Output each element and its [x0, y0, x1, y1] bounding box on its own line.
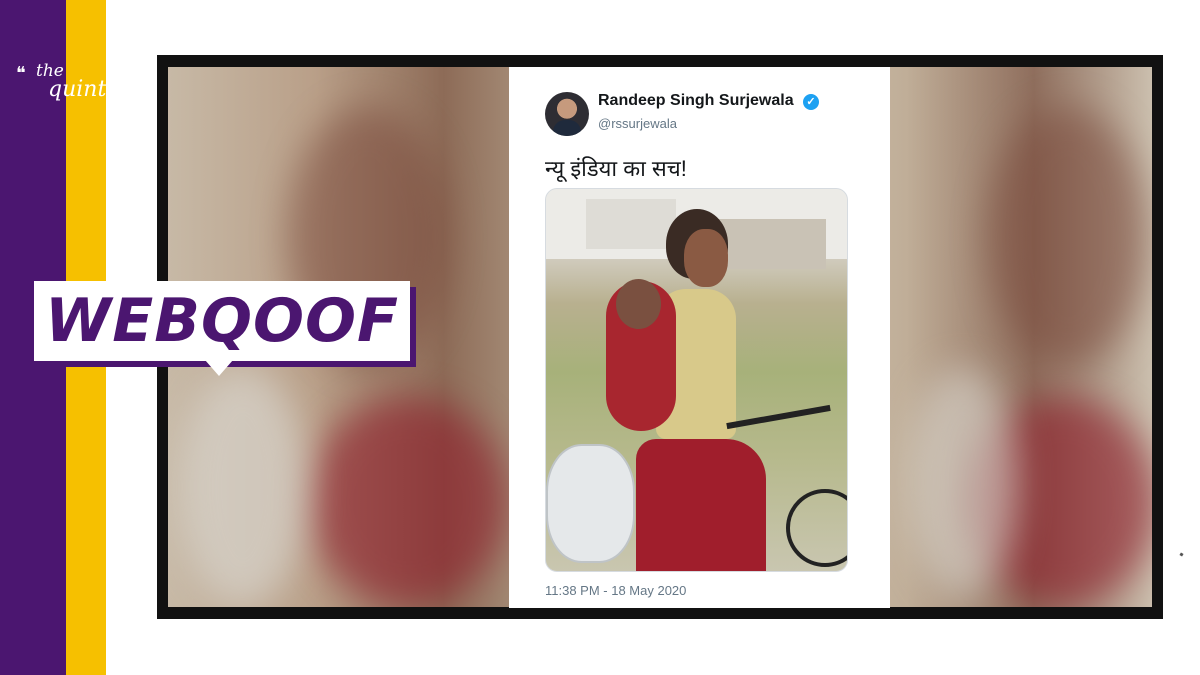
tweet-card: Randeep Singh Surjewala ✓ @rssurjewala न…: [509, 67, 890, 608]
badge-tail: [205, 360, 233, 376]
corner-mark: [1179, 552, 1184, 557]
author-name[interactable]: Randeep Singh Surjewala: [598, 92, 794, 110]
tweet-text: न्यू इंडिया का सच!: [545, 156, 687, 181]
verified-badge-icon: ✓: [803, 94, 819, 110]
tweet-timestamp[interactable]: 11:38 PM - 18 May 2020: [545, 583, 686, 598]
the-quint-logo: ❝ the quint: [16, 62, 106, 108]
quote-bubble-icon: ❝: [16, 63, 26, 83]
webqoof-label: WEBQOOF: [45, 286, 399, 356]
author-handle[interactable]: @rssurjewala: [598, 116, 677, 131]
logo-quint-text: quint: [48, 77, 107, 102]
avatar[interactable]: [545, 92, 589, 136]
tweet-photo[interactable]: [545, 188, 848, 572]
